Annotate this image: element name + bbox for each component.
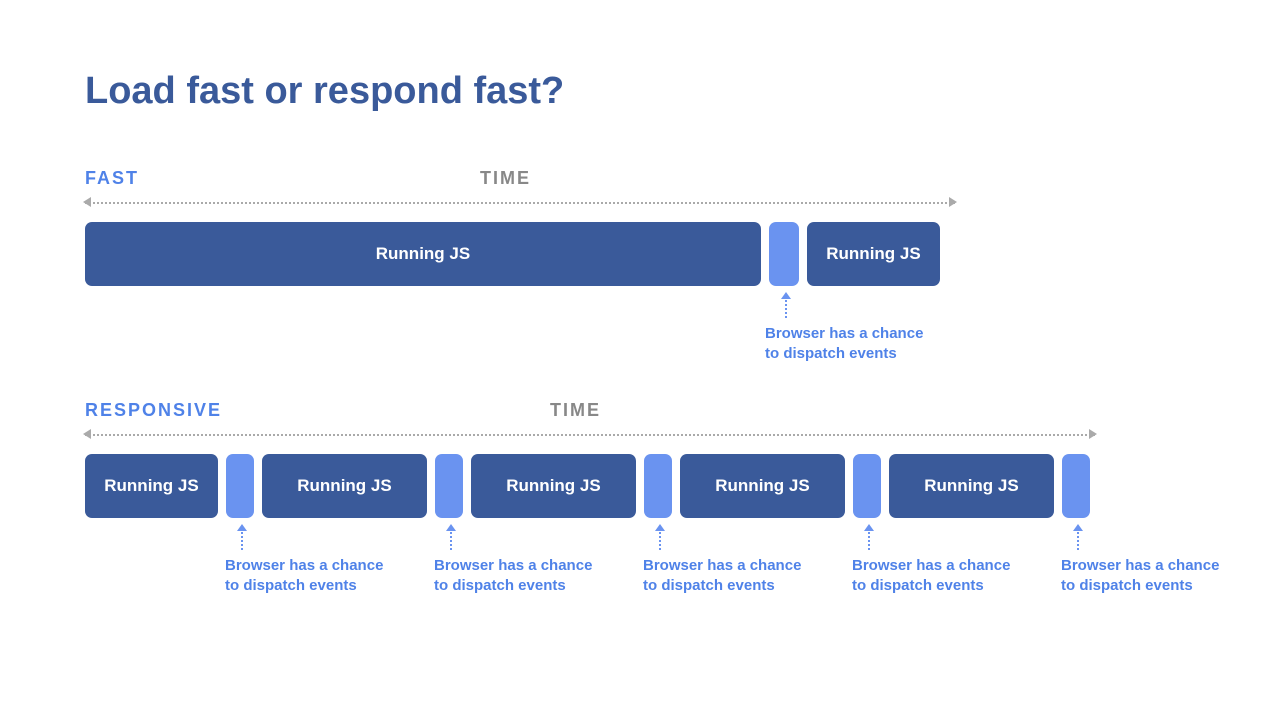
dispatch-annotation: Browser has a chance to dispatch events [434,524,594,597]
running-js-block: Running JS [85,454,218,518]
section-fast: FAST TIME Running JS Running JS Browser h… [85,168,1191,392]
responsive-timeline-axis [85,430,1095,440]
dispatch-annotation: Browser has a chance to dispatch events [1061,524,1221,597]
event-gap-block [435,454,463,518]
responsive-label: RESPONSIVE [85,400,222,421]
responsive-header: RESPONSIVE TIME [85,400,1191,424]
fast-header: FAST TIME [85,168,1191,192]
running-js-block: Running JS [85,222,761,286]
annotation-text: Browser has a chance to dispatch events [765,324,925,365]
block-label: Running JS [506,476,600,496]
running-js-block: Running JS [807,222,940,286]
arrow-up-icon [655,524,665,531]
fast-timeline-axis [85,198,955,208]
arrow-up-icon [446,524,456,531]
annotation-text: Browser has a chance to dispatch events [643,556,803,597]
event-gap-block [853,454,881,518]
running-js-block: Running JS [471,454,636,518]
fast-time-label: TIME [480,168,531,189]
responsive-time-label: TIME [550,400,601,421]
event-gap-block [1062,454,1090,518]
arrow-up-icon [237,524,247,531]
fast-label: FAST [85,168,139,189]
dispatch-annotation: Browser has a chance to dispatch events [225,524,385,597]
annotation-text: Browser has a chance to dispatch events [1061,556,1221,597]
fast-track: Running JS Running JS [85,222,940,286]
running-js-block: Running JS [680,454,845,518]
dispatch-annotation: Browser has a chance to dispatch events [852,524,1012,597]
responsive-annotations: Browser has a chance to dispatch events B… [85,524,1191,634]
event-gap-block [769,222,799,286]
arrow-left-icon [83,197,91,207]
responsive-track: Running JS Running JS Running JS Running JS… [85,454,1085,518]
block-label: Running JS [104,476,198,496]
event-gap-block [644,454,672,518]
running-js-block: Running JS [889,454,1054,518]
arrow-stem [1077,532,1079,550]
arrow-stem [868,532,870,550]
dispatch-annotation: Browser has a chance to dispatch events [765,292,925,365]
arrow-up-icon [781,292,791,299]
annotation-text: Browser has a chance to dispatch events [852,556,1012,597]
arrow-stem [450,532,452,550]
block-label: Running JS [924,476,1018,496]
annotation-text: Browser has a chance to dispatch events [434,556,594,597]
block-label: Running JS [826,244,920,264]
dispatch-annotation: Browser has a chance to dispatch events [643,524,803,597]
arrow-up-icon [864,524,874,531]
annotation-text: Browser has a chance to dispatch events [225,556,385,597]
running-js-block: Running JS [262,454,427,518]
arrow-stem [785,300,787,318]
arrow-stem [659,532,661,550]
arrow-right-icon [1089,429,1097,439]
arrow-right-icon [949,197,957,207]
block-label: Running JS [715,476,809,496]
arrow-left-icon [83,429,91,439]
event-gap-block [226,454,254,518]
fast-annotations: Browser has a chance to dispatch events [85,292,1191,392]
arrow-stem [241,532,243,550]
block-label: Running JS [376,244,470,264]
arrow-up-icon [1073,524,1083,531]
page-title: Load fast or respond fast? [85,70,1191,113]
block-label: Running JS [297,476,391,496]
section-responsive: RESPONSIVE TIME Running JSRunning JSRunn… [85,400,1191,634]
